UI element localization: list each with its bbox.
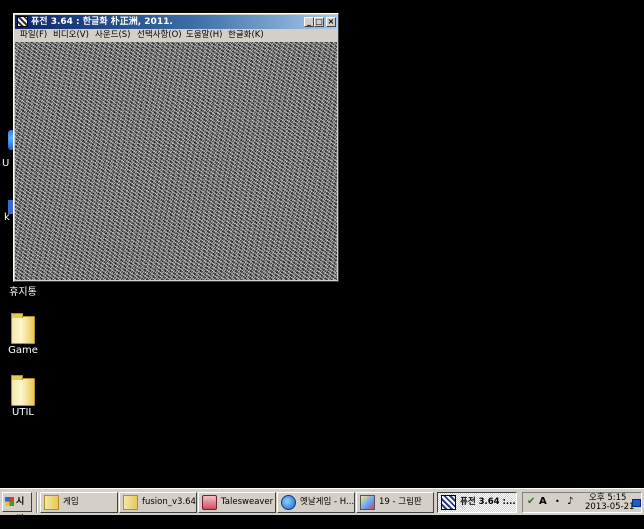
desktop-icon-label: UTIL [12, 407, 34, 418]
security-shield-icon[interactable]: ✔ [527, 496, 535, 508]
show-desktop-icon[interactable] [632, 499, 641, 507]
task-button-talesweaver[interactable]: Talesweaver ... [198, 492, 276, 513]
desktop-icon-util-folder[interactable]: UTIL [3, 375, 43, 418]
desktop-icon-game-folder[interactable]: Game [3, 313, 43, 356]
taskbar-separator [36, 492, 38, 513]
folder-icon [11, 313, 35, 344]
ime-indicator[interactable]: A [539, 496, 547, 508]
volume-icon[interactable]: ♪ [567, 496, 573, 508]
internet-explorer-icon [281, 495, 296, 510]
menu-video[interactable]: 비디오(V) [53, 29, 89, 42]
taskbar: 시작 게임 fusion_v3.64... Talesweaver ... 옛날… [0, 488, 644, 525]
start-label: 시작 [16, 497, 25, 525]
fusion-icon [441, 495, 456, 510]
window-title: 퓨전 3.64 : 한글화 朴正洲, 2011. [31, 17, 173, 27]
menu-file[interactable]: 파일(F) [20, 29, 47, 42]
close-button[interactable]: × [326, 17, 336, 27]
start-button[interactable]: 시작 [2, 492, 32, 525]
menu-bar: 파일(F) 비디오(V) 사운드(S) 선택사항(O) 도움말(H) 한글화(K… [15, 29, 337, 42]
task-button-fusion[interactable]: 퓨전 3.64 :... [437, 492, 517, 513]
task-button-ie[interactable]: 옛날게임 - H... [277, 492, 355, 513]
menu-sound[interactable]: 사운드(S) [95, 29, 131, 42]
desktop-partial-label: U [2, 158, 10, 169]
window-titlebar[interactable]: 퓨전 3.64 : 한글화 朴正洲, 2011. _ □ × [15, 15, 337, 29]
paint-icon [360, 495, 375, 510]
fusion-window[interactable]: 퓨전 3.64 : 한글화 朴正洲, 2011. _ □ × 파일(F) 비디오… [13, 13, 339, 282]
task-label: 19 - 그림판 [379, 497, 422, 507]
task-button-paint[interactable]: 19 - 그림판 [356, 492, 434, 513]
task-button-fusion-folder[interactable]: fusion_v3.64... [119, 492, 197, 513]
network-icon[interactable]: • [555, 496, 560, 508]
task-label: 게임 [63, 497, 79, 507]
menu-options[interactable]: 선택사항(O) [137, 29, 182, 42]
clock-date[interactable]: 2013-05-21 [585, 502, 634, 512]
folder-icon [11, 375, 35, 406]
maximize-button[interactable]: □ [314, 17, 324, 27]
menu-help[interactable]: 도움말(H) [186, 29, 222, 42]
folder-icon [123, 495, 138, 510]
task-label: Talesweaver ... [221, 497, 275, 507]
windows-logo-icon [5, 497, 14, 506]
menu-korean[interactable]: 한글화(K) [228, 29, 264, 42]
task-label: fusion_v3.64... [142, 497, 196, 507]
task-button-game-folder[interactable]: 게임 [40, 492, 118, 513]
desktop-icon-label: Game [8, 345, 38, 356]
task-label: 옛날게임 - H... [300, 497, 355, 507]
minimize-button[interactable]: _ [304, 17, 314, 27]
folder-icon [44, 495, 59, 510]
desktop-icon-label: 휴지통 [9, 287, 37, 298]
task-label: 퓨전 3.64 :... [460, 497, 516, 507]
emulator-screen-static[interactable] [15, 42, 337, 280]
talesweaver-icon [202, 495, 217, 510]
fusion-app-icon[interactable] [17, 16, 28, 27]
system-tray: ✔ A • ♪ 오후 5:15 2013-05-21 [522, 492, 642, 513]
